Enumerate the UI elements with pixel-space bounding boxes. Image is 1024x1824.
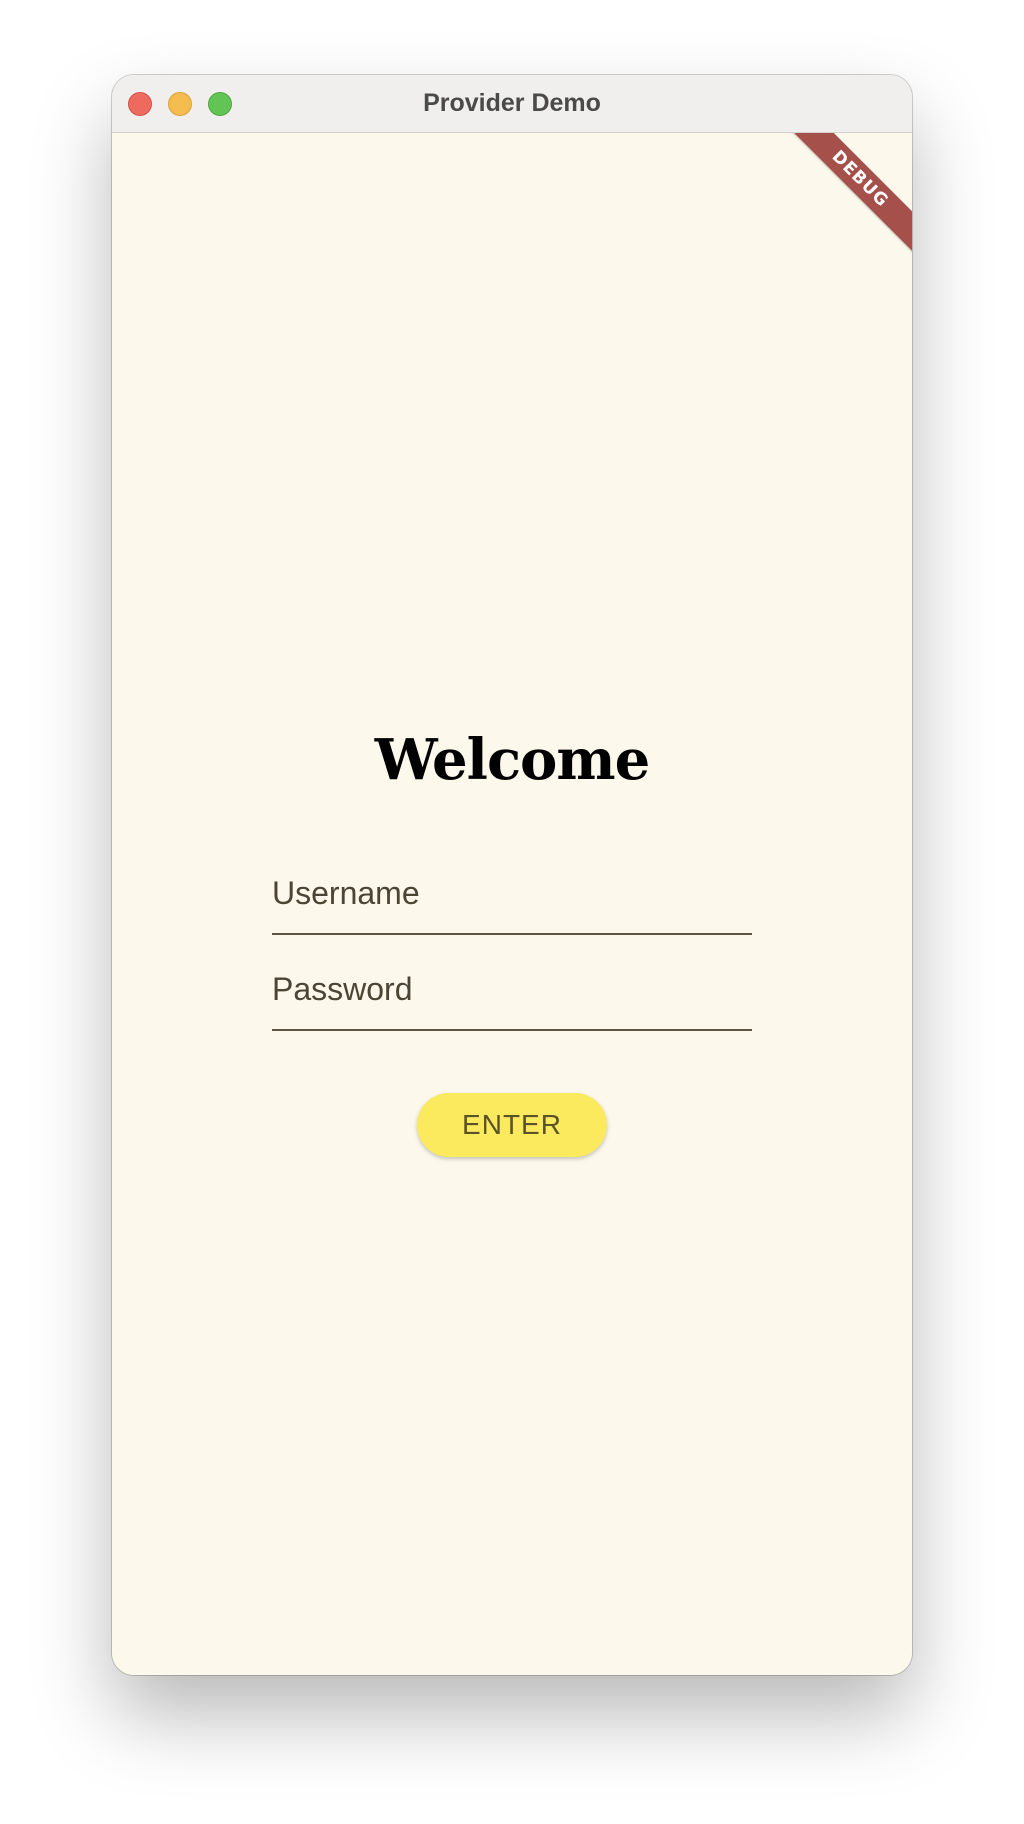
username-input[interactable] (272, 863, 752, 923)
password-input[interactable] (272, 959, 752, 1019)
debug-banner: DEBUG (772, 133, 912, 267)
title-bar[interactable]: Provider Demo (112, 75, 912, 133)
enter-button[interactable]: ENTER (417, 1093, 607, 1157)
app-window: Provider Demo DEBUG Welcome ENTER (112, 75, 912, 1675)
window-title: Provider Demo (423, 89, 601, 117)
login-screen: DEBUG Welcome ENTER (112, 133, 912, 1675)
username-field (272, 863, 752, 935)
password-field (272, 959, 752, 1031)
welcome-heading: Welcome (374, 727, 651, 793)
